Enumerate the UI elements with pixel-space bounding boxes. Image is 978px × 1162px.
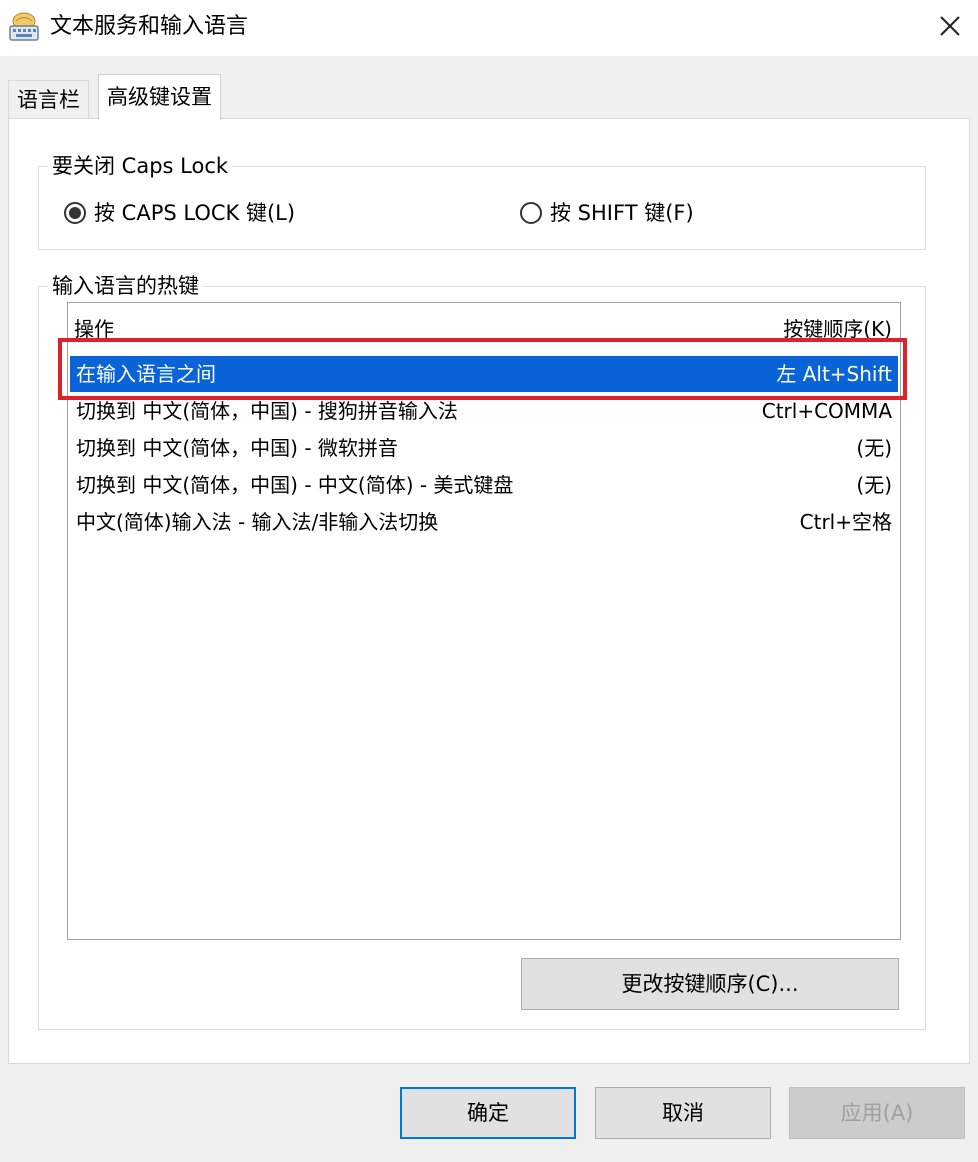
title-bar: 文本服务和输入语言 xyxy=(0,0,978,56)
keyboard-globe-icon xyxy=(8,12,40,42)
close-button[interactable] xyxy=(922,0,978,56)
list-item[interactable]: 切换到 中文(简体，中国) - 微软拼音 (无) xyxy=(70,430,898,466)
row-action: 中文(简体)输入法 - 输入法/非输入法切换 xyxy=(76,510,439,534)
list-header: 操作 按键顺序(K) xyxy=(68,303,900,347)
radio-caps-lock-key[interactable]: 按 CAPS LOCK 键(L) xyxy=(64,199,295,227)
row-action: 切换到 中文(简体，中国) - 中文(简体) - 美式键盘 xyxy=(76,473,514,497)
row-keys: (无) xyxy=(856,473,892,497)
radio-shift-label: 按 SHIFT 键(F) xyxy=(550,201,694,225)
row-keys: Ctrl+空格 xyxy=(799,510,892,534)
caps-lock-group-title: 要关闭 Caps Lock xyxy=(48,152,233,180)
radio-shift-key[interactable]: 按 SHIFT 键(F) xyxy=(520,199,694,227)
ok-button[interactable]: 确定 xyxy=(400,1087,576,1139)
row-action: 切换到 中文(简体，中国) - 微软拼音 xyxy=(76,436,398,460)
column-header-action: 操作 xyxy=(74,317,114,341)
apply-button[interactable]: 应用(A) xyxy=(789,1087,965,1139)
column-header-key-sequence: 按键顺序(K) xyxy=(783,317,892,341)
radio-checked-icon xyxy=(64,202,86,224)
row-keys: (无) xyxy=(856,436,892,460)
tab-advanced-key-settings[interactable]: 高级键设置 xyxy=(98,74,221,120)
row-keys: Ctrl+COMMA xyxy=(761,399,892,423)
radio-unchecked-icon xyxy=(520,202,542,224)
close-icon xyxy=(939,15,961,41)
row-action: 在输入语言之间 xyxy=(76,362,216,386)
hotkeys-list[interactable]: 操作 按键顺序(K) 在输入语言之间 左 Alt+Shift 切换到 中文(简体… xyxy=(67,302,901,940)
hotkeys-group-title: 输入语言的热键 xyxy=(48,272,203,300)
list-item[interactable]: 中文(简体)输入法 - 输入法/非输入法切换 Ctrl+空格 xyxy=(70,504,898,540)
tab-language-bar[interactable]: 语言栏 xyxy=(8,80,89,118)
list-item[interactable]: 在输入语言之间 左 Alt+Shift xyxy=(70,356,898,392)
list-item[interactable]: 切换到 中文(简体，中国) - 搜狗拼音输入法 Ctrl+COMMA xyxy=(70,393,898,429)
change-key-sequence-button[interactable]: 更改按键顺序(C)... xyxy=(521,958,899,1010)
radio-caps-lock-label: 按 CAPS LOCK 键(L) xyxy=(94,201,296,225)
row-keys: 左 Alt+Shift xyxy=(776,362,892,386)
cancel-button[interactable]: 取消 xyxy=(595,1087,771,1139)
row-action: 切换到 中文(简体，中国) - 搜狗拼音输入法 xyxy=(76,399,458,423)
window-title: 文本服务和输入语言 xyxy=(50,14,249,39)
list-item[interactable]: 切换到 中文(简体，中国) - 中文(简体) - 美式键盘 (无) xyxy=(70,467,898,503)
